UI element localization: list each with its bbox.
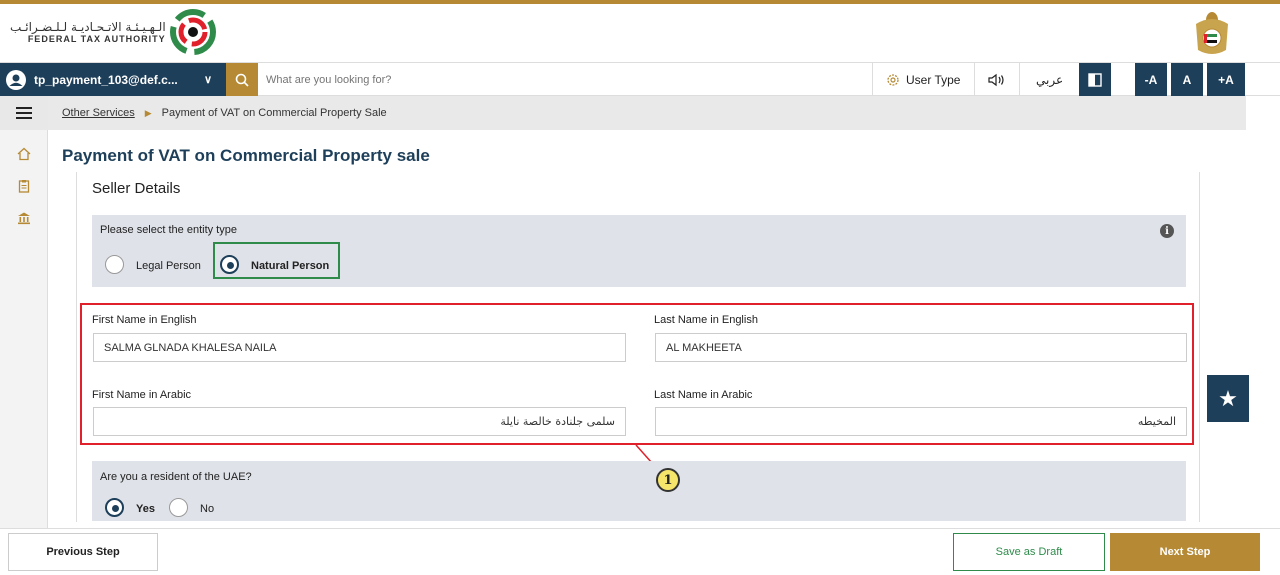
last-name-en-input[interactable]: AL MAKHEETA <box>655 333 1187 362</box>
menu-toggle-button[interactable] <box>0 96 48 130</box>
font-decrease-button[interactable]: -A <box>1135 63 1167 96</box>
user-type-button[interactable]: User Type <box>886 63 960 96</box>
logo-arabic-text: الـهـيـئـة الاتـحـاديـة لـلـضـرائـب <box>10 20 166 34</box>
header: الـهـيـئـة الاتـحـاديـة لـلـضـرائـب FEDE… <box>0 4 1280 62</box>
natural-person-radio[interactable] <box>220 255 239 274</box>
first-name-ar-input[interactable]: سلمى جلنادة خالصة نايلة <box>93 407 626 436</box>
user-avatar-icon <box>6 69 26 90</box>
last-name-ar-label: Last Name in Arabic <box>654 389 753 401</box>
font-increase-button[interactable]: +A <box>1207 63 1245 96</box>
right-gutter <box>1246 96 1280 528</box>
footer-bar: Previous Step Save as Draft Next Step <box>0 528 1280 575</box>
legal-person-radio[interactable] <box>105 255 124 274</box>
logo-text: الـهـيـئـة الاتـحـاديـة لـلـضـرائـب FEDE… <box>10 20 166 44</box>
breadcrumb-arrow-icon: ▶ <box>144 107 152 118</box>
contrast-icon <box>1088 72 1102 87</box>
resident-no-label[interactable]: No <box>200 503 214 515</box>
user-type-label: User Type <box>906 72 961 87</box>
fta-logo[interactable]: الـهـيـئـة الاتـحـاديـة لـلـضـرائـب FEDE… <box>10 6 216 58</box>
search-button[interactable] <box>226 63 258 96</box>
user-menu[interactable]: tp_payment_103@def.c... ∨ <box>0 63 226 96</box>
uae-emblem-icon <box>1196 12 1228 54</box>
first-name-en-input[interactable]: SALMA GLNADA KHALESA NAILA <box>93 333 626 362</box>
gear-icon <box>887 73 899 86</box>
user-email: tp_payment_103@def.c... <box>34 72 178 87</box>
contrast-toggle-button[interactable] <box>1079 63 1111 96</box>
page-title: Payment of VAT on Commercial Property sa… <box>62 146 430 165</box>
resident-panel: Are you a resident of the UAE? Yes No <box>92 461 1186 521</box>
sidebar <box>0 96 48 528</box>
nav-divider <box>1019 63 1020 96</box>
save-as-draft-button[interactable]: Save as Draft <box>953 533 1105 571</box>
search-input[interactable] <box>266 63 866 96</box>
breadcrumb: Other Services ▶ Payment of VAT on Comme… <box>48 96 1246 130</box>
nav-divider <box>974 63 975 96</box>
info-icon[interactable]: i <box>1160 224 1174 238</box>
legal-person-label[interactable]: Legal Person <box>136 260 201 272</box>
sidebar-item-documents[interactable] <box>0 170 48 202</box>
top-navbar: tp_payment_103@def.c... ∨ User Type عربي… <box>0 62 1280 96</box>
section-title: Seller Details <box>92 180 181 197</box>
text-to-speech-button[interactable] <box>988 63 1006 96</box>
chevron-down-icon: ∨ <box>203 74 212 86</box>
home-icon <box>17 147 31 161</box>
clipboard-icon <box>18 180 30 193</box>
resident-yes-label[interactable]: Yes <box>136 503 155 515</box>
entity-type-panel: Please select the entity type i Legal Pe… <box>92 215 1186 287</box>
breadcrumb-other-services[interactable]: Other Services <box>62 107 135 119</box>
resident-yes-radio[interactable] <box>105 498 124 517</box>
star-icon: ★ <box>1218 385 1238 411</box>
last-name-en-label: Last Name in English <box>654 314 758 326</box>
first-name-en-label: First Name in English <box>92 314 197 326</box>
fta-emblem-icon <box>169 9 216 55</box>
resident-question: Are you a resident of the UAE? <box>100 471 252 483</box>
logo-english-text: FEDERAL TAX AUTHORITY <box>27 34 166 44</box>
favorites-button[interactable]: ★ <box>1207 375 1249 422</box>
natural-person-label[interactable]: Natural Person <box>251 260 329 272</box>
breadcrumb-current: Payment of VAT on Commercial Property Sa… <box>161 107 387 119</box>
font-reset-button[interactable]: A <box>1171 63 1203 96</box>
search-icon <box>235 73 249 87</box>
entity-type-question: Please select the entity type <box>100 224 237 236</box>
bank-icon <box>18 212 30 225</box>
last-name-ar-input[interactable]: المخيطه <box>655 407 1187 436</box>
speaker-icon <box>988 73 1004 86</box>
language-toggle[interactable]: عربي <box>1036 63 1063 96</box>
names-highlight-box: First Name in English SALMA GLNADA KHALE… <box>80 303 1194 445</box>
sidebar-item-services[interactable] <box>0 202 48 234</box>
first-name-ar-label: First Name in Arabic <box>92 389 192 401</box>
sidebar-item-home[interactable] <box>0 138 48 170</box>
nav-divider <box>872 63 873 96</box>
previous-step-button[interactable]: Previous Step <box>8 533 158 571</box>
callout-number-badge: 1 <box>656 468 680 492</box>
hamburger-icon <box>16 107 32 119</box>
resident-no-radio[interactable] <box>169 498 188 517</box>
next-step-button[interactable]: Next Step <box>1110 533 1260 571</box>
